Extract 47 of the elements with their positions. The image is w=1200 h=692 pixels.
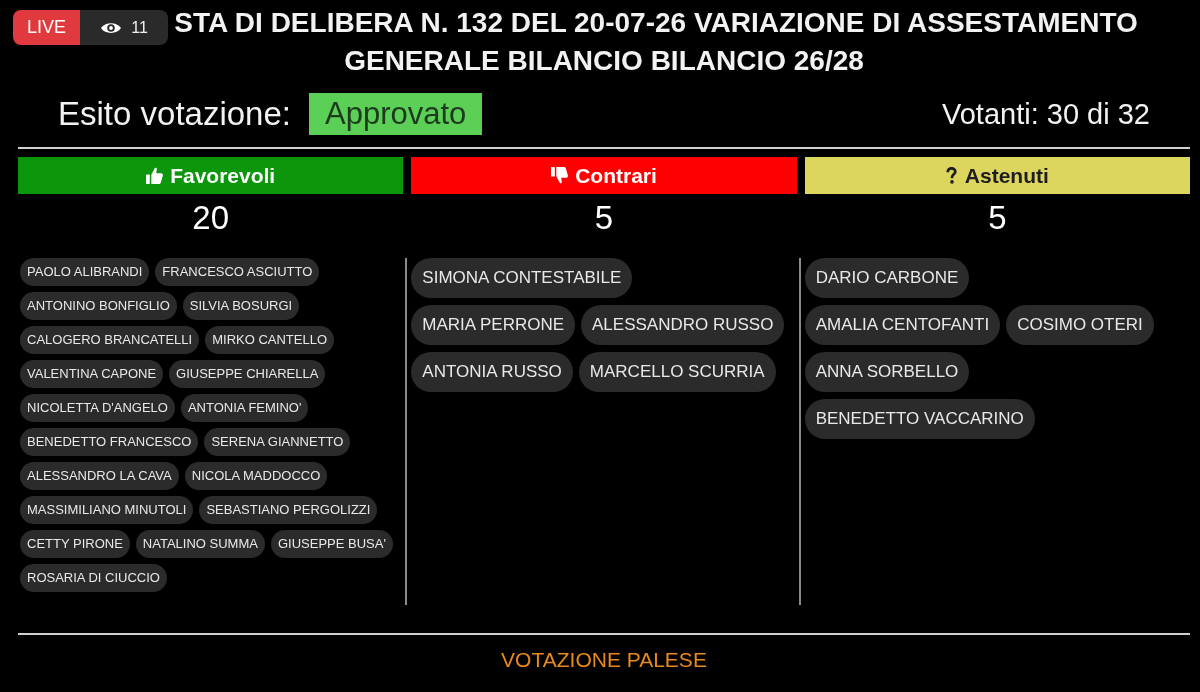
voter-name-tag: CALOGERO BRANCATELLI xyxy=(20,326,200,354)
voter-name-tag: VALENTINA CAPONE xyxy=(20,360,164,388)
voter-name-tag: SIMONA CONTESTABILE xyxy=(411,258,633,298)
voter-name-tag: ANNA SORBELLO xyxy=(804,352,970,392)
voter-name-tag: FRANCESCO ASCIUTTO xyxy=(155,258,320,286)
thumbs-up-icon xyxy=(146,167,164,184)
thumbs-down-icon xyxy=(551,167,569,184)
voter-name-tag: SILVIA BOSURGI xyxy=(182,292,300,320)
vote-count: 20 xyxy=(192,198,229,238)
voter-name-tag: CETTY PIRONE xyxy=(20,530,130,558)
voters-count: Votanti: 30 di 32 xyxy=(942,97,1150,131)
vote-count: 5 xyxy=(594,198,614,238)
voter-name-tag: ROSARIA DI CIUCCIO xyxy=(20,564,167,592)
question-mark-icon xyxy=(945,167,958,184)
voter-name-tag: PAOLO ALIBRANDI xyxy=(20,258,150,286)
live-badge: LIVE xyxy=(13,10,80,45)
voter-name-tag: ANTONINO BONFIGLIO xyxy=(20,292,177,320)
voter-name-tag: MARCELLO SCURRIA xyxy=(578,352,776,392)
category-label: Astenuti xyxy=(964,163,1049,188)
voter-name-tag: ALESSANDRO RUSSO xyxy=(581,305,785,345)
voting-mode-label: VOTAZIONE PALESE xyxy=(501,647,707,673)
voter-name-tag: SERENA GIANNETTO xyxy=(204,428,351,456)
voter-name-tag: ANTONIA FEMINO' xyxy=(180,394,309,422)
voter-name-tag: GIUSEPPE BUSA' xyxy=(270,530,393,558)
voter-name-tag: MASSIMILIANO MINUTOLI xyxy=(20,496,194,524)
voter-name-tag: BENEDETTO FRANCESCO xyxy=(20,428,199,456)
voter-name-tag: NICOLETTA D'ANGELO xyxy=(20,394,175,422)
viewer-count: 11 xyxy=(131,18,148,37)
voter-name-tag: DARIO CARBONE xyxy=(804,258,970,298)
result-label: Esito votazione: xyxy=(58,95,291,133)
voter-name-tag: BENEDETTO VACCARINO xyxy=(804,399,1035,439)
category-label: Contrari xyxy=(575,163,657,188)
voter-name-tag: SEBASTIANO PERGOLIZZI xyxy=(199,496,378,524)
voter-name-tag: NICOLA MADDOCCO xyxy=(184,462,328,490)
page-title: STA DI DELIBERA N. 132 DEL 20-07-26 VARIAZIONE DI ASSESTAMENTO GENERALE BILANCIO BILANCIO 26/28 xyxy=(174,7,1138,76)
eye-icon xyxy=(100,20,123,35)
voter-name-tag: ALESSANDRO LA CAVA xyxy=(20,462,179,490)
voter-name-tag: MARIA PERRONE xyxy=(411,305,576,345)
voter-name-tag: GIUSEPPE CHIARELLA xyxy=(169,360,326,388)
voter-name-tag: ANTONIA RUSSO xyxy=(411,352,573,392)
voter-name-tag: AMALIA CENTOFANTI xyxy=(804,305,1001,345)
outcome-badge: Approvato xyxy=(308,93,483,135)
vote-count: 5 xyxy=(988,198,1007,238)
voter-name-tag: NATALINO SUMMA xyxy=(135,530,265,558)
voter-name-tag: COSIMO OTERI xyxy=(1006,305,1154,345)
voter-name-tag: MIRKO CANTELLO xyxy=(205,326,335,354)
category-label: Favorevoli xyxy=(170,163,276,188)
